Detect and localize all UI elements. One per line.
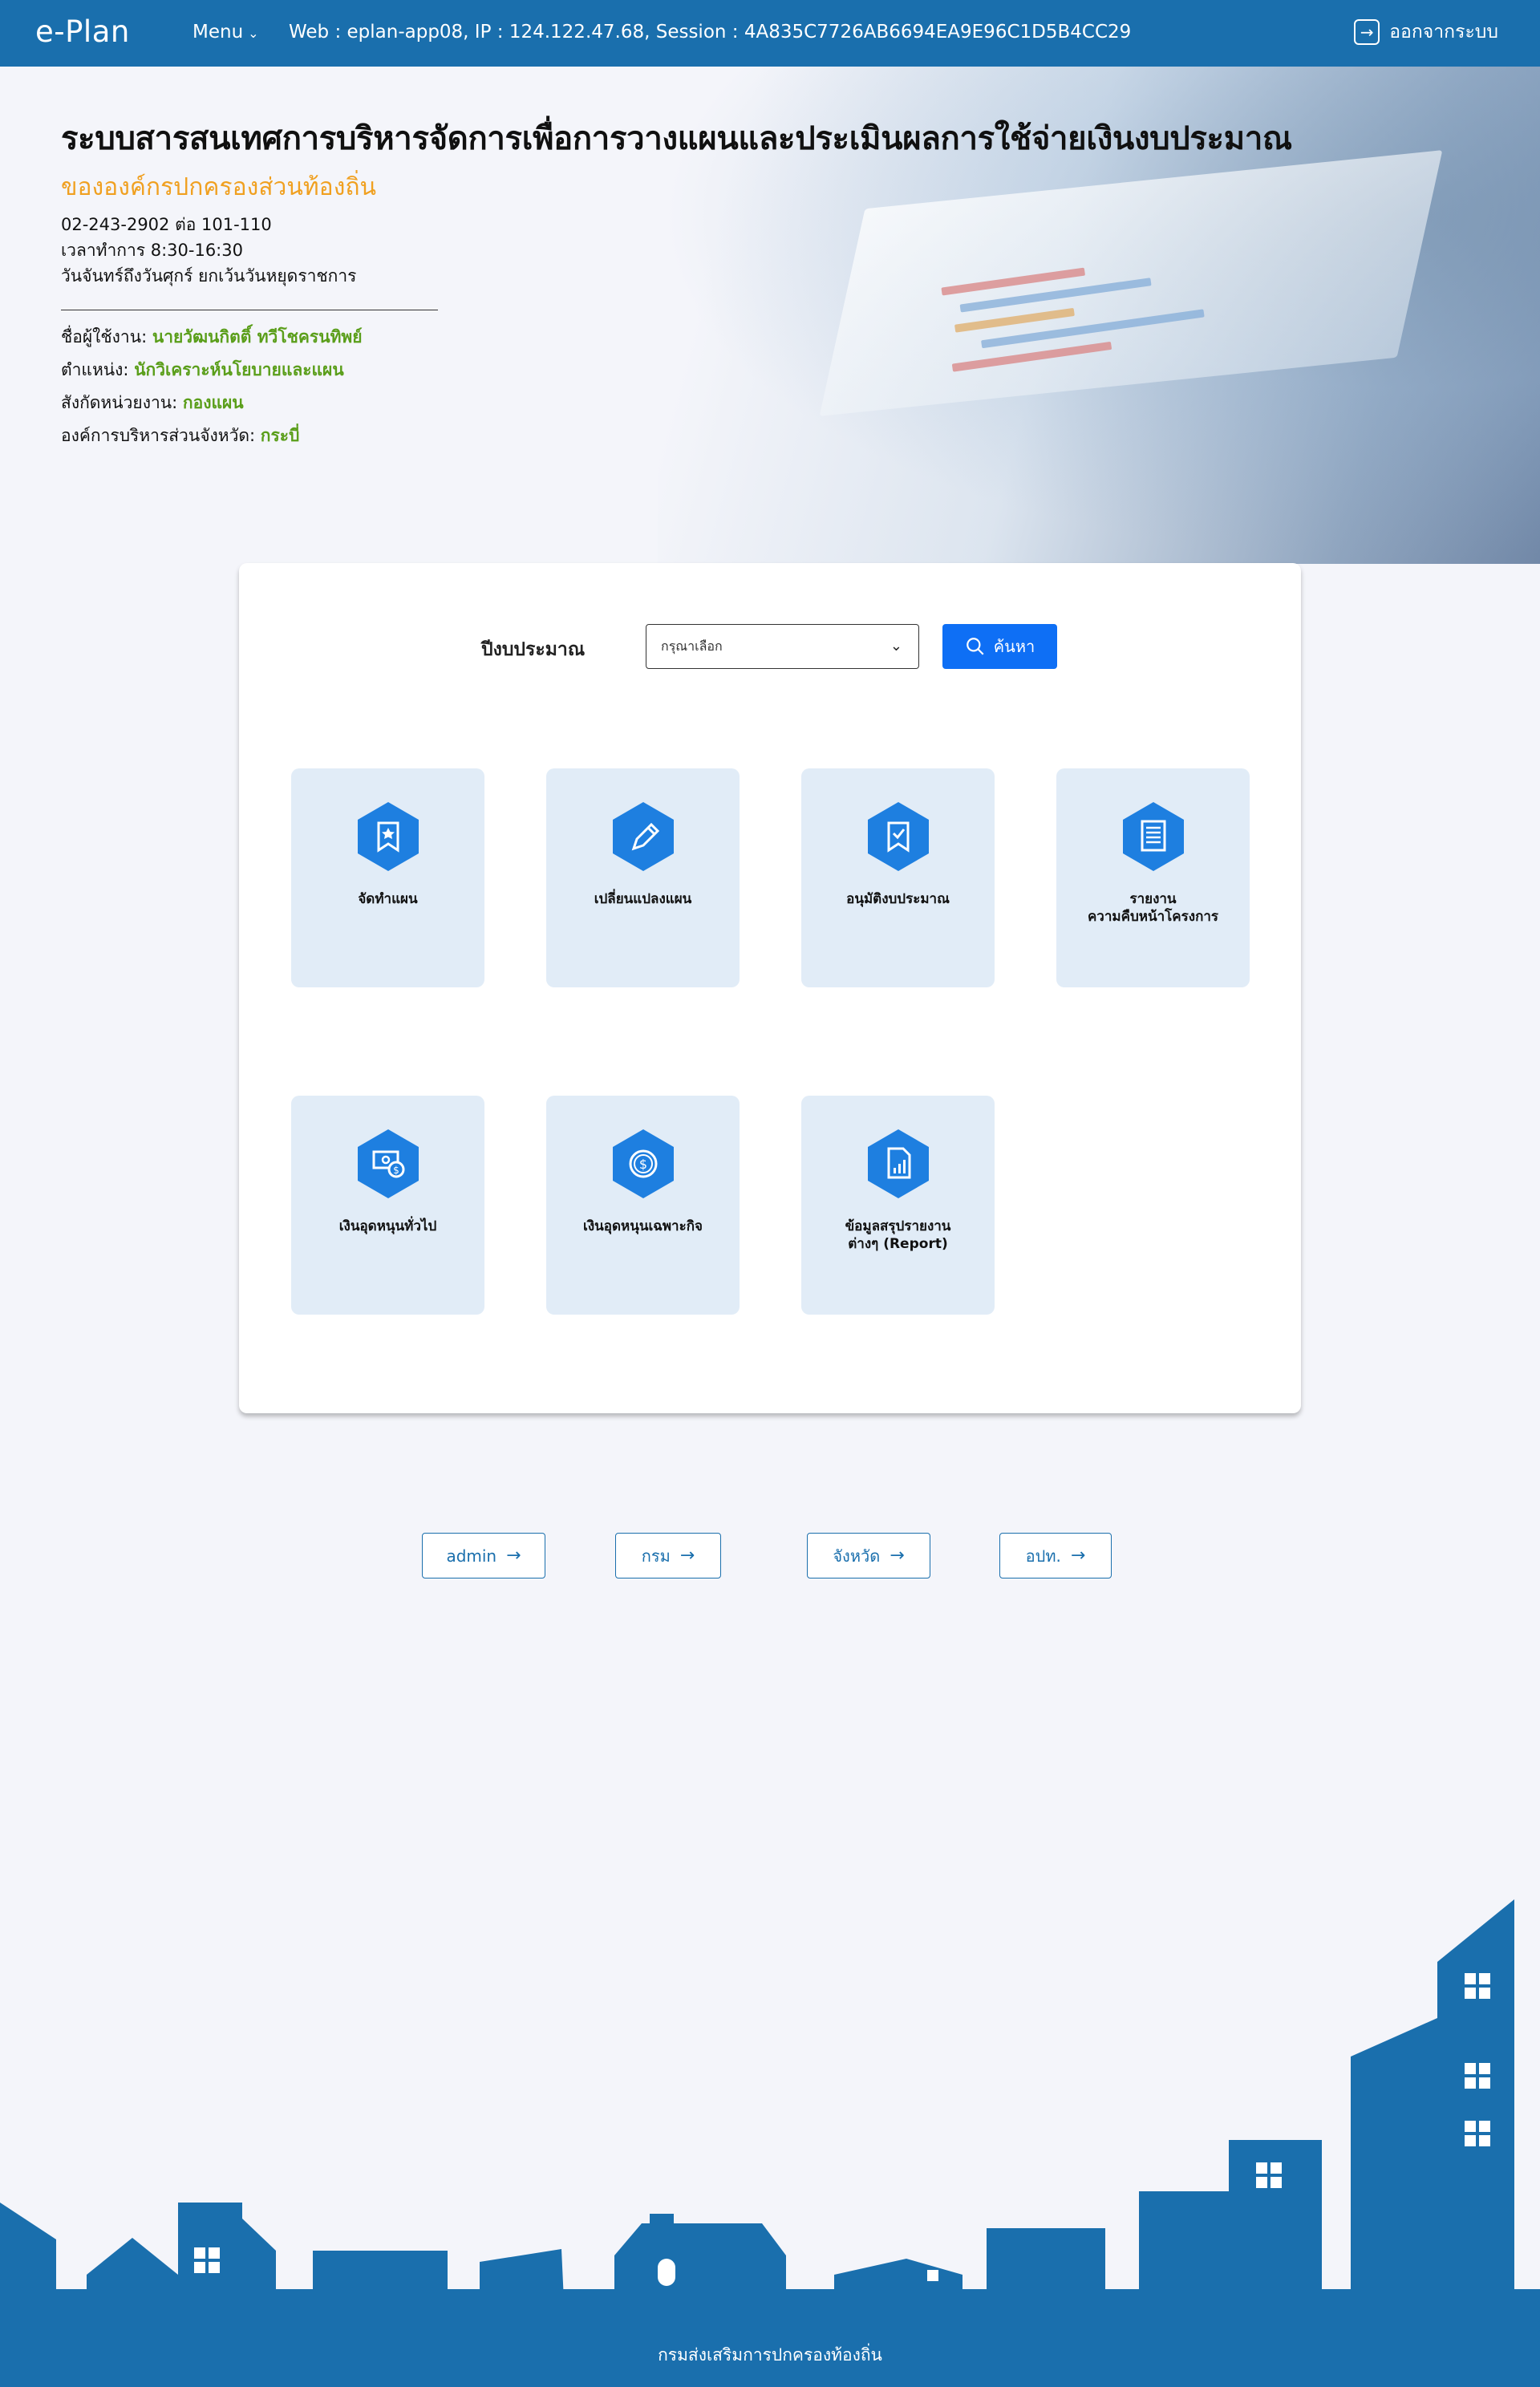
user-unit-value: กองแผน bbox=[182, 393, 244, 412]
budget-year-label: ปีงบประมาณ bbox=[481, 639, 586, 660]
tile-change-plan[interactable]: เปลี่ยนแปลงแผน bbox=[546, 768, 740, 987]
report-chart-icon bbox=[868, 1129, 929, 1198]
role-department-button[interactable]: กรม → bbox=[615, 1533, 721, 1578]
tile-approve-budget[interactable]: อนุมัติงบประมาณ bbox=[801, 768, 995, 987]
tile-label: เปลี่ยนแปลงแผน bbox=[594, 891, 692, 907]
city-skyline-footer bbox=[0, 1899, 1540, 2387]
arrow-right-icon: → bbox=[1070, 1546, 1086, 1566]
tile-label: เงินอุดหนุนทั่วไป bbox=[338, 1218, 437, 1234]
pencil-icon bbox=[613, 802, 674, 871]
role-label: จังหวัด bbox=[833, 1546, 881, 1566]
user-position-value: นักวิเคราะห์นโยบายและแผน bbox=[134, 360, 344, 379]
role-province-button[interactable]: จังหวัด → bbox=[807, 1533, 930, 1578]
chevron-down-icon: ⌄ bbox=[248, 25, 259, 41]
arrow-right-icon: → bbox=[506, 1546, 521, 1566]
tile-create-plan[interactable]: จัดทำแผน bbox=[291, 768, 484, 987]
user-org-value: กระบี่ bbox=[260, 426, 300, 445]
role-local-gov-button[interactable]: อปท. → bbox=[999, 1533, 1112, 1578]
user-position-label: ตำแหน่ง: bbox=[61, 360, 129, 379]
brand-logo[interactable]: e-Plan bbox=[35, 14, 130, 49]
svg-text:$: $ bbox=[639, 1157, 647, 1172]
chevron-down-icon: ⌄ bbox=[890, 638, 902, 654]
tile-label: เงินอุดหนุนเฉพาะกิจ bbox=[583, 1218, 703, 1234]
arrow-right-icon: → bbox=[890, 1546, 905, 1566]
user-position-row: ตำแหน่ง: นักวิเคราะห์นโยบายและแผน bbox=[61, 354, 363, 387]
menu-label: Menu bbox=[192, 22, 244, 43]
tile-label: รายงาน ความคืบหน้าโครงการ bbox=[1087, 891, 1219, 925]
logout-icon: → bbox=[1354, 19, 1380, 45]
menu-dropdown[interactable]: Menu ⌄ bbox=[192, 22, 259, 43]
search-button-label: ค้นหา bbox=[993, 637, 1035, 656]
session-info: Web : eplan-app08, IP : 124.122.47.68, S… bbox=[289, 22, 1132, 43]
logout-label: ออกจากระบบ bbox=[1389, 22, 1498, 43]
contact-info: 02-243-2902 ต่อ 101-110 เวลาทำการ 8:30-1… bbox=[61, 212, 356, 289]
search-button[interactable]: ค้นหา bbox=[942, 624, 1057, 669]
role-label: อปท. bbox=[1025, 1546, 1061, 1566]
role-admin-button[interactable]: admin → bbox=[422, 1533, 545, 1578]
user-name-label: ชื่อผู้ใช้งาน: bbox=[61, 327, 148, 346]
role-label: กรม bbox=[641, 1546, 671, 1566]
user-org-label: องค์การบริหารส่วนจังหวัด: bbox=[61, 426, 256, 445]
user-unit-row: สังกัดหน่วยงาน: กองแผน bbox=[61, 387, 363, 419]
user-name-row: ชื่อผู้ใช้งาน: นายวัฒนกิตติ์ ทวีโชครนทิพ… bbox=[61, 321, 363, 354]
arrow-right-icon: → bbox=[679, 1546, 695, 1566]
svg-text:$: $ bbox=[393, 1165, 399, 1176]
dollar-coin-icon: $ bbox=[613, 1129, 674, 1198]
logout-button[interactable]: → ออกจากระบบ bbox=[1354, 18, 1498, 47]
tile-progress-report[interactable]: รายงาน ความคืบหน้าโครงการ bbox=[1056, 768, 1250, 987]
search-icon bbox=[966, 638, 984, 655]
bookmark-star-icon bbox=[358, 802, 419, 871]
bookmark-check-icon bbox=[868, 802, 929, 871]
budget-year-select-value: กรุณาเลือก bbox=[661, 638, 723, 654]
tile-specific-subsidy[interactable]: $ เงินอุดหนุนเฉพาะกิจ bbox=[546, 1096, 740, 1315]
contact-days: วันจันทร์ถึงวันศุกร์ ยกเว้นวันหยุดราชการ bbox=[61, 266, 357, 286]
page-subtitle: ขององค์กรปกครองส่วนท้องถิ่น bbox=[61, 173, 377, 201]
page-title: ระบบสารสนเทศการบริหารจัดการเพื่อการวางแผ… bbox=[61, 120, 1292, 157]
role-label: admin bbox=[446, 1546, 497, 1566]
user-unit-label: สังกัดหน่วยงาน: bbox=[61, 393, 178, 412]
tile-label: อนุมัติงบประมาณ bbox=[846, 891, 950, 907]
tile-report-summary[interactable]: ข้อมูลสรุปรายงาน ต่างๆ (Report) bbox=[801, 1096, 995, 1315]
user-org-row: องค์การบริหารส่วนจังหวัด: กระบี่ bbox=[61, 419, 363, 452]
top-navbar: e-Plan Menu ⌄ Web : eplan-app08, IP : 12… bbox=[0, 0, 1540, 67]
user-name-value: นายวัฒนกิตติ์ ทวีโชครนทิพย์ bbox=[152, 327, 363, 346]
footer-text: กรมส่งเสริมการปกครองท้องถิ่น bbox=[658, 2345, 882, 2365]
user-info: ชื่อผู้ใช้งาน: นายวัฒนกิตติ์ ทวีโชครนทิพ… bbox=[61, 321, 363, 452]
document-list-icon bbox=[1123, 802, 1184, 871]
main-card: ปีงบประมาณ กรุณาเลือก ⌄ ค้นหา จัดทำแผน เ… bbox=[239, 563, 1301, 1413]
budget-year-select[interactable]: กรุณาเลือก ⌄ bbox=[646, 624, 919, 669]
tile-general-subsidy[interactable]: $ เงินอุดหนุนทั่วไป bbox=[291, 1096, 484, 1315]
tile-label: จัดทำแผน bbox=[358, 891, 418, 907]
contact-hours: เวลาทำการ 8:30-16:30 bbox=[61, 241, 243, 260]
money-cash-icon: $ bbox=[358, 1129, 419, 1198]
contact-phone: 02-243-2902 ต่อ 101-110 bbox=[61, 215, 272, 234]
tile-label: ข้อมูลสรุปรายงาน ต่างๆ (Report) bbox=[845, 1218, 951, 1252]
